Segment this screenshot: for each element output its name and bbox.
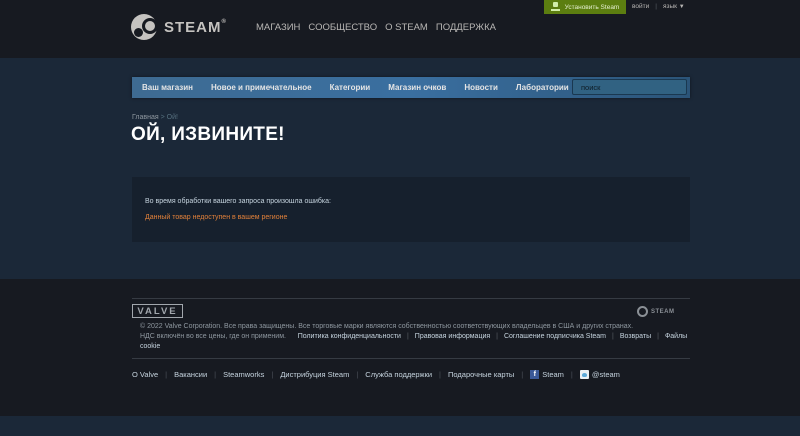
storenav-your-store[interactable]: Ваш магазин [132, 83, 202, 92]
facebook-link[interactable]: f Steam [530, 370, 564, 379]
privacy-policy-link[interactable]: Политика конфиденциальности [298, 333, 401, 340]
breadcrumb: Главная > Ой! [132, 114, 178, 121]
copyright-text: © 2022 Valve Corporation. Все права защи… [140, 323, 634, 330]
steam-footer-logo[interactable]: STEAM [637, 306, 675, 317]
steam-distribution-link[interactable]: Дистрибуция Steam [280, 370, 349, 379]
storenav-points-shop[interactable]: Магазин очков [379, 83, 455, 92]
support-link[interactable]: Служба поддержки [365, 370, 432, 379]
global-actions: войти | язык ▼ [632, 3, 685, 10]
breadcrumb-home[interactable]: Главная [132, 114, 159, 121]
store-search-input[interactable] [572, 79, 687, 95]
error-message: Во время обработки вашего запроса произо… [145, 198, 331, 205]
footer-links: О Valve | Вакансии | Steamworks | Дистри… [132, 370, 620, 379]
legal-links: НДС включён во все цены, где он применим… [140, 333, 688, 350]
storenav-categories[interactable]: Категории [321, 83, 380, 92]
breadcrumb-separator: > [160, 114, 165, 121]
steamworks-link[interactable]: Steamworks [223, 370, 264, 379]
footer-divider [132, 298, 690, 299]
nav-support[interactable]: ПОДДЕРЖКА [436, 22, 496, 33]
logo-text: STEAM [164, 18, 222, 36]
about-valve-link[interactable]: О Valve [132, 370, 158, 379]
login-link[interactable]: войти [632, 3, 649, 10]
install-steam-label: Установить Steam [564, 3, 620, 11]
steam-logo-icon [131, 14, 158, 40]
facebook-label: Steam [542, 370, 564, 379]
install-steam-button[interactable]: Установить Steam [544, 0, 626, 14]
vat-note: НДС включён во все цены, где он применим… [140, 333, 286, 340]
facebook-icon: f [530, 370, 540, 379]
nav-store[interactable]: МАГАЗИН [256, 22, 300, 33]
valve-logo[interactable]: VALVE [132, 304, 183, 318]
language-dropdown[interactable]: язык ▼ [663, 3, 685, 10]
global-header: STEAM® МАГАЗИН СООБЩЕСТВО О STEAM ПОДДЕР… [0, 0, 800, 58]
legal-info-link[interactable]: Правовая информация [415, 333, 490, 340]
refunds-link[interactable]: Возвраты [620, 333, 651, 340]
logo-trademark: ® [221, 18, 226, 25]
twitter-label: @steam [591, 370, 620, 379]
error-box: Во время обработки вашего запроса произо… [132, 177, 690, 242]
main-nav: МАГАЗИН СООБЩЕСТВО О STEAM ПОДДЕРЖКА [256, 22, 496, 33]
steam-logo[interactable]: STEAM® [131, 14, 226, 40]
footer-divider [132, 358, 690, 359]
breadcrumb-current: Ой! [166, 114, 178, 121]
caret-down-icon: ▼ [678, 4, 685, 10]
download-icon [550, 2, 560, 11]
twitter-link[interactable]: @steam [579, 370, 620, 379]
gift-cards-link[interactable]: Подарочные карты [448, 370, 514, 379]
twitter-icon [579, 370, 589, 379]
steam-logo-icon [637, 306, 648, 317]
language-label: язык [662, 3, 677, 10]
store-nav-bar: Ваш магазин Новое и примечательное Катег… [132, 77, 690, 98]
nav-community[interactable]: СООБЩЕСТВО [308, 22, 377, 33]
storenav-news[interactable]: Новости [455, 83, 507, 92]
storenav-labs[interactable]: Лаборатории [507, 83, 578, 92]
page-title: ОЙ, ИЗВИНИТЕ! [131, 124, 285, 145]
footer: VALVE STEAM © 2022 Valve Corporation. Вс… [0, 279, 800, 416]
steam-footer-logo-text: STEAM [651, 308, 675, 315]
subscriber-agreement-link[interactable]: Соглашение подписчика Steam [504, 333, 606, 340]
divider: | [655, 3, 657, 10]
nav-about[interactable]: О STEAM [385, 22, 428, 33]
storenav-new-noteworthy[interactable]: Новое и примечательное [202, 83, 321, 92]
page-bottom [0, 416, 800, 436]
error-detail: Данный товар недоступен в вашем регионе [145, 214, 288, 221]
jobs-link[interactable]: Вакансии [174, 370, 207, 379]
